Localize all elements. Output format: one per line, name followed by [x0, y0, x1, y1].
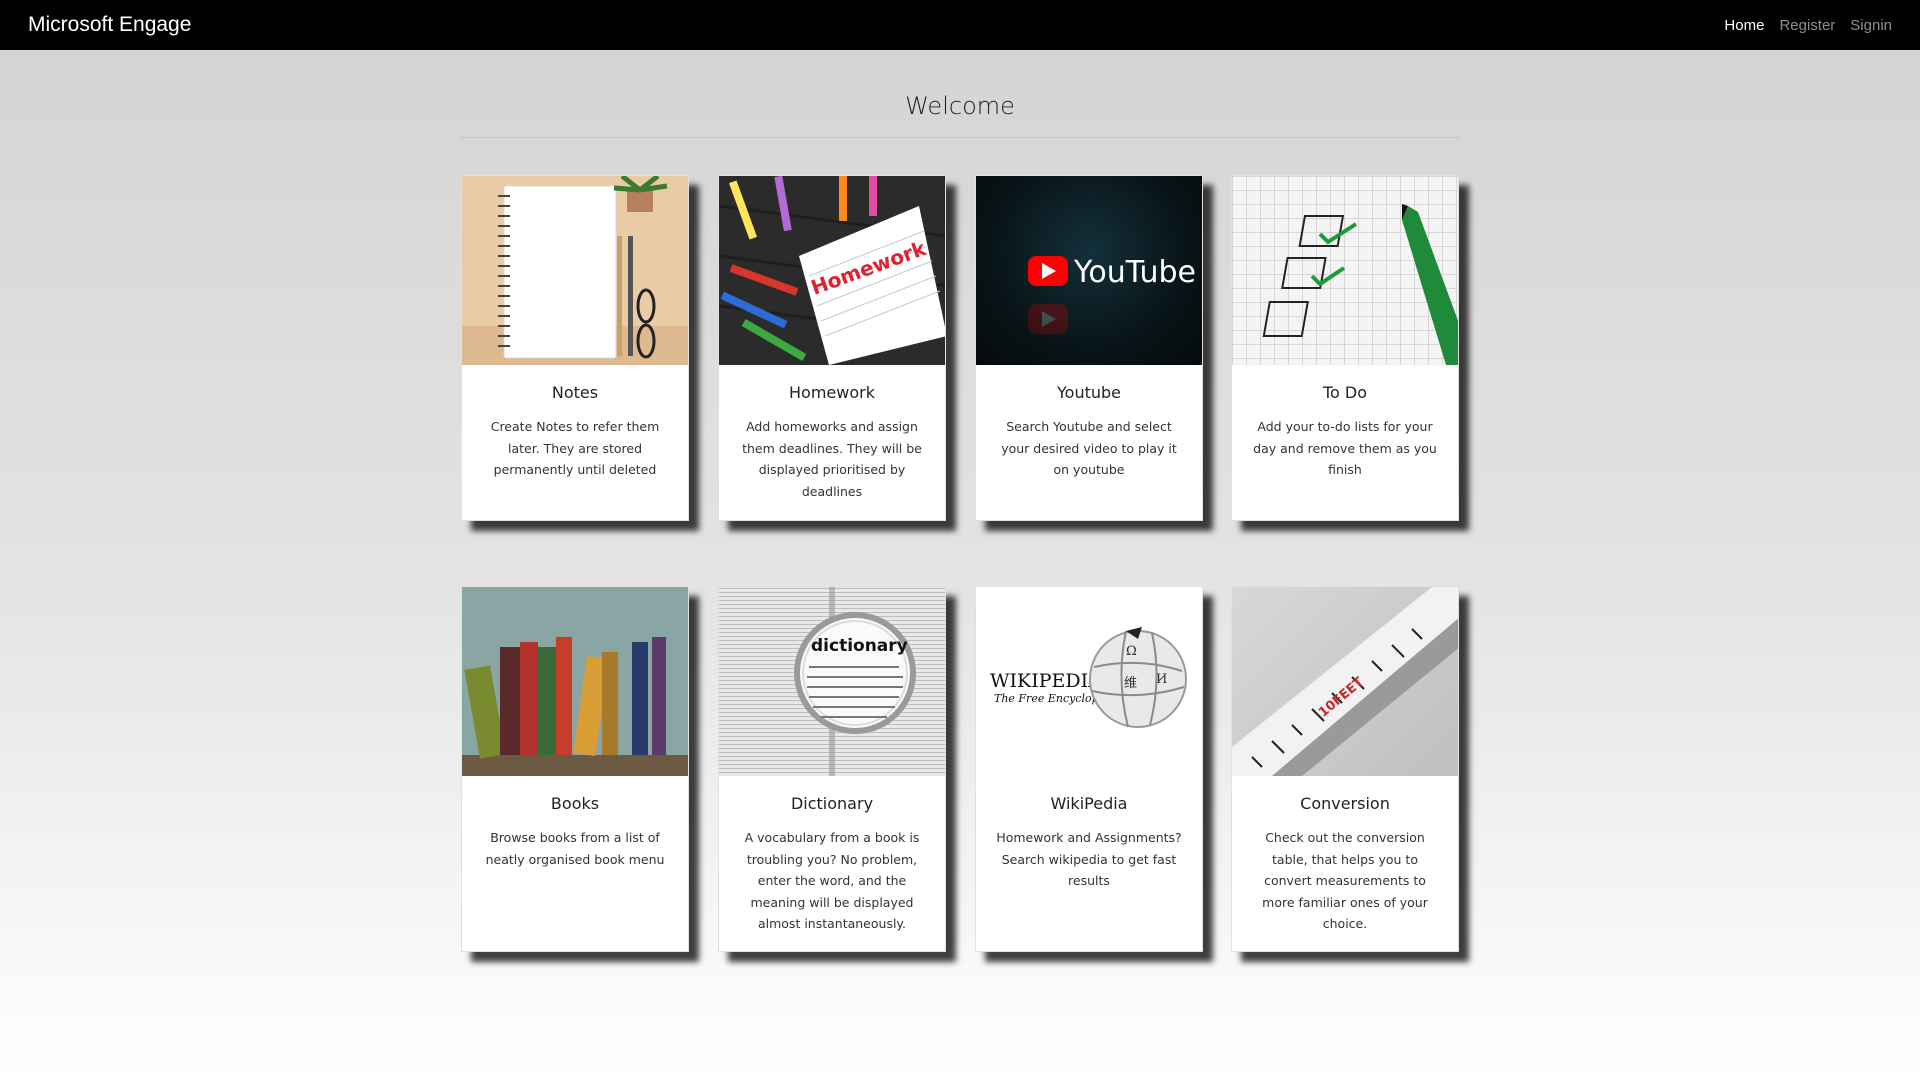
nav-home-link[interactable]: Home — [1724, 17, 1764, 34]
card-youtube[interactable]: YouTube Youtube Search Youtube and selec… — [975, 175, 1203, 521]
card-text: Browse books from a list of neatly organ… — [485, 830, 665, 867]
card-text: A vocabulary from a book is troubling yo… — [744, 830, 920, 931]
card-homework[interactable]: Homework Homework Add homeworks and assi… — [718, 175, 946, 521]
title-divider — [460, 137, 1460, 138]
card-dictionary[interactable]: dictionary Dictionary A vocabulary from … — [718, 586, 946, 952]
card-body: Notes Create Notes to refer them later. … — [462, 365, 688, 491]
card-title: Conversion — [1300, 794, 1390, 813]
card-body: Conversion Check out the conversion tabl… — [1232, 776, 1458, 945]
card-title: Notes — [551, 383, 599, 402]
card-title: WikiPedia — [1050, 794, 1128, 813]
card-body: Youtube Search Youtube and select your d… — [976, 365, 1202, 491]
card-title: To Do — [1322, 383, 1368, 402]
card-todo[interactable]: To Do Add your to-do lists for your day … — [1231, 175, 1459, 521]
measuring-tape-image: 10FEET — [1232, 587, 1458, 776]
nav-signin-link[interactable]: Signin — [1850, 17, 1892, 34]
card-notes[interactable]: Notes Create Notes to refer them later. … — [461, 175, 689, 521]
svg-text:维: 维 — [1124, 676, 1137, 691]
card-text: Add homeworks and assign them deadlines.… — [742, 419, 922, 499]
card-body: WikiPedia Homework and Assignments? Sear… — [976, 776, 1202, 902]
svg-text:И: И — [1156, 672, 1167, 687]
brand-link[interactable]: Microsoft Engage — [28, 13, 191, 37]
bookshelf-image — [462, 587, 688, 776]
card-text: Add your to-do lists for your day and re… — [1253, 419, 1437, 477]
card-body: To Do Add your to-do lists for your day … — [1232, 365, 1458, 491]
card-books[interactable]: Books Browse books from a list of neatly… — [461, 586, 689, 952]
card-body: Homework Add homeworks and assign them d… — [719, 365, 945, 512]
dictionary-lens-text: dictionary — [811, 636, 908, 656]
card-text: Check out the conversion table, that hel… — [1262, 830, 1428, 931]
youtube-wordmark: YouTube — [1073, 255, 1196, 290]
card-title: Books — [550, 794, 600, 813]
checklist-image — [1232, 176, 1458, 365]
card-text: Create Notes to refer them later. They a… — [490, 419, 660, 477]
card-title: Homework — [789, 383, 875, 402]
card-title: Dictionary — [790, 794, 874, 813]
card-text: Search Youtube and select your desired v… — [1001, 419, 1177, 477]
notebook-image — [462, 176, 688, 365]
homework-notepad-image: Homework — [719, 176, 945, 365]
card-title: Youtube — [1057, 383, 1121, 402]
top-navbar: Microsoft Engage Home Register Signin — [0, 0, 1920, 50]
wikipedia-logo-image: WIKIPEDIA The Free Encyclopedia Ω И 维 — [976, 587, 1202, 776]
nav-register-link[interactable]: Register — [1779, 17, 1835, 34]
card-body: Books Browse books from a list of neatly… — [462, 776, 688, 880]
page-title: Welcome — [905, 92, 1015, 120]
wikipedia-wordmark: WIKIPEDIA — [990, 670, 1102, 692]
card-text: Homework and Assignments? Search wikiped… — [996, 830, 1182, 888]
nav-links: Home Register Signin — [1724, 17, 1892, 34]
card-wikipedia[interactable]: WIKIPEDIA The Free Encyclopedia Ω И 维 Wi… — [975, 586, 1203, 952]
dictionary-magnifier-image: dictionary — [719, 587, 945, 776]
card-conversion[interactable]: 10FEET Conversion Check out the conversi… — [1231, 586, 1459, 952]
svg-text:Ω: Ω — [1126, 644, 1137, 659]
card-body: Dictionary A vocabulary from a book is t… — [719, 776, 945, 945]
youtube-logo-image: YouTube — [976, 176, 1202, 365]
